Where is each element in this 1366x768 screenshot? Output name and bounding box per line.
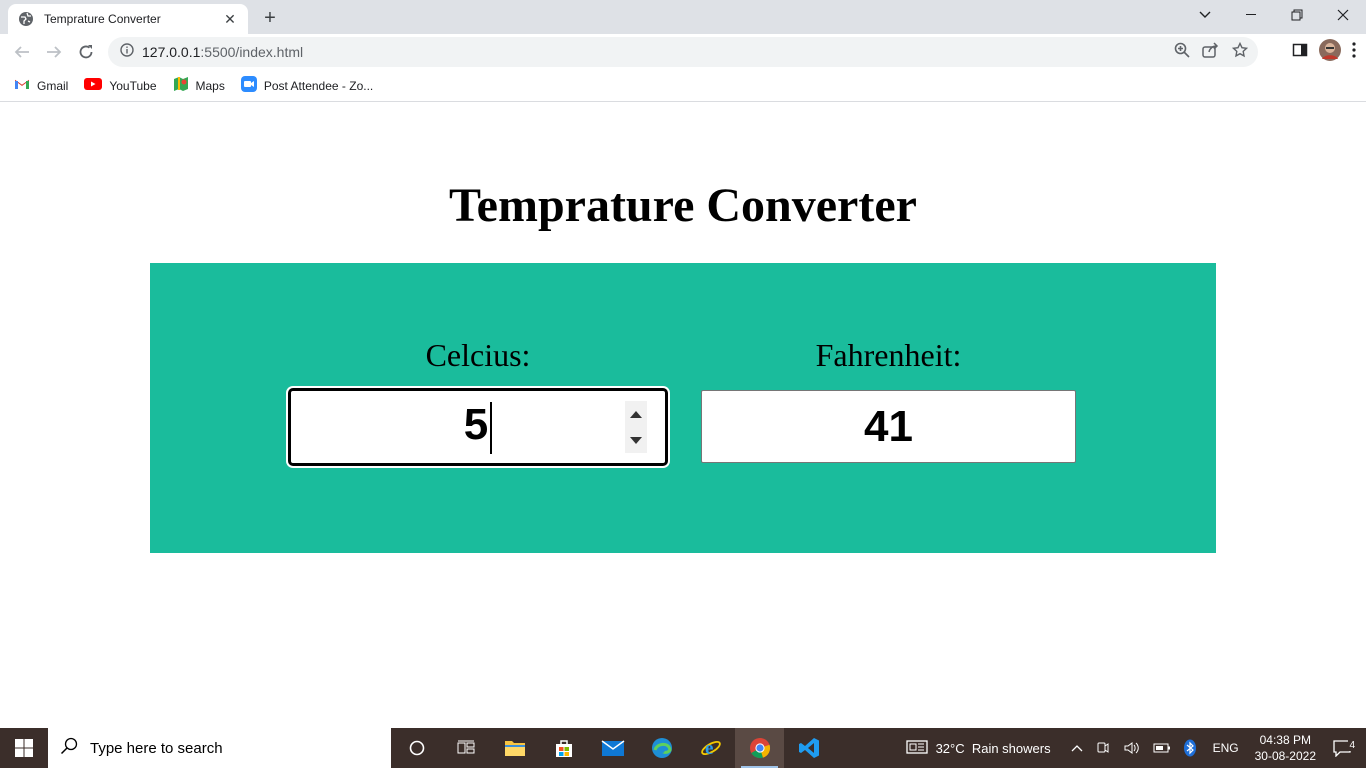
browser-tab[interactable]: Temprature Converter ✕ xyxy=(8,4,248,34)
bookmark-label: YouTube xyxy=(109,78,157,93)
tab-close-icon[interactable]: ✕ xyxy=(222,11,238,27)
bookmark-youtube[interactable]: YouTube xyxy=(84,78,157,93)
profile-avatar[interactable] xyxy=(1318,38,1342,67)
page-title: Temprature Converter xyxy=(449,179,917,232)
bluetooth-icon[interactable] xyxy=(1177,739,1203,757)
toolbar-right xyxy=(1292,36,1356,68)
url-host: 127.0.0.1 xyxy=(142,44,201,60)
system-tray: 32°C Rain showers ENG 04:38 PM 30-08-202… xyxy=(900,728,1366,768)
celsius-input[interactable]: 5 xyxy=(288,388,668,466)
maps-icon xyxy=(173,76,189,95)
vscode-icon[interactable] xyxy=(784,728,833,768)
clock-time: 04:38 PM xyxy=(1259,733,1311,747)
restore-button[interactable] xyxy=(1274,0,1320,30)
tab-strip: Temprature Converter ✕ + xyxy=(0,0,1366,34)
weather-widget[interactable]: 32°C Rain showers xyxy=(900,739,1057,758)
start-button[interactable] xyxy=(0,728,48,768)
url-path: :5500/index.html xyxy=(200,44,304,60)
bookmark-zoom[interactable]: Post Attendee - Zo... xyxy=(240,76,374,95)
internet-explorer-icon[interactable]: e xyxy=(686,728,735,768)
bookmark-label: Gmail xyxy=(37,78,69,93)
notification-count: 4 xyxy=(1348,740,1356,751)
side-panel-icon[interactable] xyxy=(1292,42,1308,63)
address-bar[interactable]: 127.0.0.1:5500/index.html xyxy=(108,37,1258,67)
spin-down-icon[interactable] xyxy=(630,436,642,444)
taskbar: Type here to search e 32°C Rain showers xyxy=(0,728,1366,768)
fahrenheit-label: Fahrenheit: xyxy=(815,337,962,373)
mail-icon[interactable] xyxy=(588,728,637,768)
language-indicator[interactable]: ENG xyxy=(1207,741,1245,755)
store-icon[interactable] xyxy=(539,728,588,768)
celsius-label: Celcius: xyxy=(425,337,531,373)
close-window-button[interactable] xyxy=(1320,0,1366,30)
new-tab-button[interactable]: + xyxy=(258,6,282,30)
back-button[interactable] xyxy=(6,36,38,68)
taskbar-search[interactable]: Type here to search xyxy=(48,728,391,768)
tab-search-icon[interactable] xyxy=(1182,0,1228,30)
tab-title: Temprature Converter xyxy=(44,12,161,26)
fahrenheit-input[interactable]: 41 xyxy=(701,390,1076,463)
forward-button[interactable] xyxy=(38,36,70,68)
youtube-icon xyxy=(84,78,103,93)
clock[interactable]: 04:38 PM 30-08-2022 xyxy=(1245,732,1326,764)
weather-text: 32°C Rain showers xyxy=(935,740,1051,756)
spin-up-icon[interactable] xyxy=(630,410,642,418)
zoom-video-icon xyxy=(240,76,257,95)
bookmark-maps[interactable]: Maps xyxy=(173,76,225,95)
number-spinner[interactable] xyxy=(625,401,647,453)
bookmarks-bar: Gmail YouTube Maps Post Attendee - Zo... xyxy=(0,70,1366,102)
volume-icon[interactable] xyxy=(1117,740,1147,756)
share-icon[interactable] xyxy=(1202,41,1220,63)
minimize-button[interactable] xyxy=(1228,0,1274,30)
bookmark-star-icon[interactable] xyxy=(1231,41,1249,63)
globe-icon xyxy=(18,11,34,27)
zoom-icon[interactable] xyxy=(1174,42,1190,63)
converter-panel: Celcius: Fahrenheit: 5 41 xyxy=(150,263,1216,553)
task-view-icon[interactable] xyxy=(441,728,490,768)
search-placeholder: Type here to search xyxy=(90,739,223,757)
info-icon[interactable] xyxy=(120,42,134,62)
meet-now-icon[interactable] xyxy=(1089,740,1117,756)
file-explorer-icon[interactable] xyxy=(490,728,539,768)
gmail-icon xyxy=(14,78,30,93)
svg-text:e: e xyxy=(705,738,713,759)
cortana-icon[interactable] xyxy=(392,728,441,768)
browser-toolbar: 127.0.0.1:5500/index.html xyxy=(0,34,1366,70)
chrome-icon[interactable] xyxy=(735,728,784,768)
menu-kebab-icon[interactable] xyxy=(1352,41,1356,63)
bookmark-label: Post Attendee - Zo... xyxy=(263,78,374,93)
celsius-value: 5 xyxy=(464,400,493,454)
page-content: Temprature Converter Celcius: Fahrenheit… xyxy=(0,103,1366,728)
clock-date: 30-08-2022 xyxy=(1254,749,1316,763)
show-hidden-icons[interactable] xyxy=(1065,744,1089,752)
text-caret xyxy=(490,401,493,454)
news-icon xyxy=(905,739,928,758)
search-icon xyxy=(60,737,78,759)
edge-icon[interactable] xyxy=(637,728,686,768)
bookmark-gmail[interactable]: Gmail xyxy=(14,78,68,93)
reload-button[interactable] xyxy=(70,36,102,68)
url-text: 127.0.0.1:5500/index.html xyxy=(142,44,303,60)
notification-center-icon[interactable]: 4 xyxy=(1326,739,1366,757)
bookmark-label: Maps xyxy=(195,78,225,93)
battery-icon[interactable] xyxy=(1147,742,1177,754)
